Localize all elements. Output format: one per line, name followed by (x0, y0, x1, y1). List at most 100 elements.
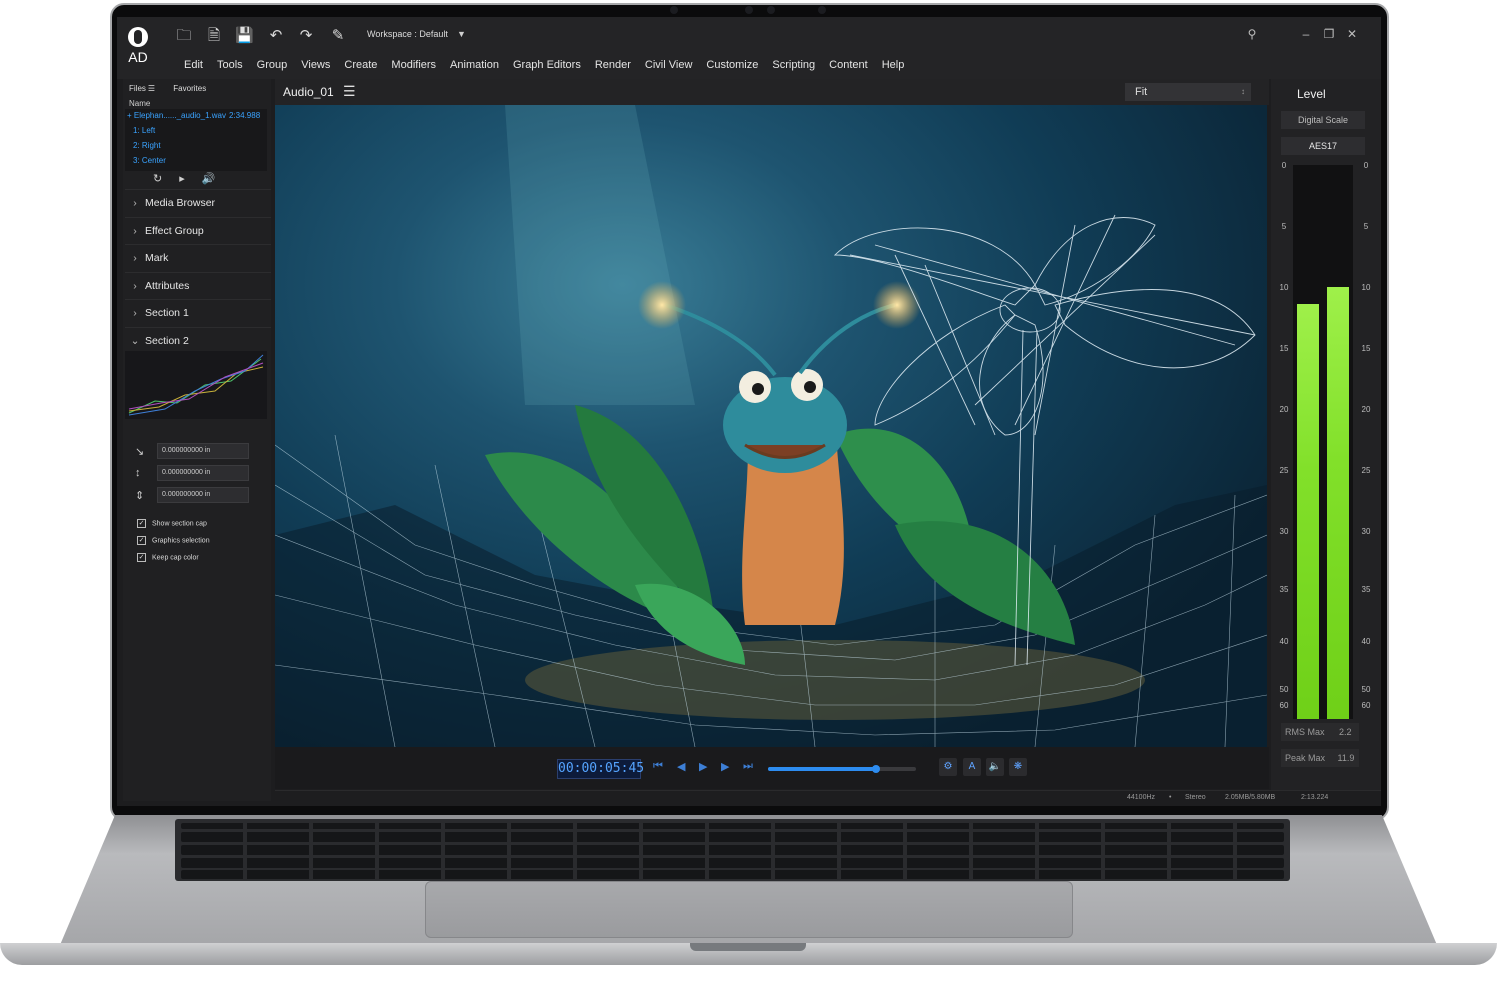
meter-tick-label: 30 (1361, 526, 1371, 536)
menu-create[interactable]: Create (337, 59, 384, 75)
checkbox-graphics-selection[interactable]: ✓ Graphics selection (137, 536, 210, 545)
play-icon[interactable]: ▸ (179, 173, 185, 185)
checkbox-show-section-cap[interactable]: ✓ Show section cap (137, 519, 207, 528)
workspace-dropdown-icon[interactable]: ▼ (457, 29, 466, 39)
screen: AD 🗀 🗎 💾 ↶ ↷ ✎ Workspace : Default ▼ ⚲ –… (117, 17, 1381, 806)
menu-civil-view[interactable]: Civil View (638, 59, 699, 75)
section-effect-group[interactable]: › Effect Group (125, 217, 271, 243)
menu-help[interactable]: Help (875, 59, 912, 75)
meter-tick-label: 5 (1281, 221, 1287, 231)
play-button-icon[interactable]: ▶ (699, 760, 707, 773)
coord-x-input[interactable]: 0.000000000 in (157, 443, 249, 459)
meter-bar-right (1327, 286, 1349, 719)
meter-tick-label: 35 (1361, 584, 1371, 594)
chevron-right-icon: › (133, 252, 137, 264)
menu-graph-editors[interactable]: Graph Editors (506, 59, 588, 75)
menu-modifiers[interactable]: Modifiers (384, 59, 443, 75)
workspace-label[interactable]: Workspace : Default (367, 29, 448, 39)
loop-icon[interactable]: ↻ (153, 173, 162, 185)
settings-gear-icon[interactable]: ⚙ (939, 758, 957, 776)
coord-y-input[interactable]: 0.000000000 in (157, 465, 249, 481)
tab-favorites[interactable]: Favorites (173, 84, 206, 93)
channel-left[interactable]: 1: Left (133, 126, 155, 135)
status-time: 2:13.224 (1301, 794, 1329, 801)
save-icon[interactable]: 💾 (235, 27, 254, 45)
camera-sensor (670, 6, 678, 14)
light-beam (505, 105, 695, 405)
hamburger-menu-icon[interactable]: ☰ (343, 83, 356, 100)
section-attributes[interactable]: › Attributes (125, 272, 271, 298)
step-back-icon[interactable]: ◀ (677, 760, 685, 773)
menu-content[interactable]: Content (822, 59, 875, 75)
checkbox-keep-cap-color[interactable]: ✓ Keep cap color (137, 553, 199, 562)
skip-to-start-icon[interactable]: ⏮ (653, 760, 663, 773)
standard-button[interactable]: AES17 (1281, 137, 1365, 155)
undo-icon[interactable]: ↶ (267, 27, 285, 45)
checkbox-icon[interactable]: ✓ (137, 519, 146, 528)
viewport-render[interactable] (275, 105, 1267, 747)
folder-icon[interactable]: 🗀 (175, 27, 193, 45)
chevron-right-icon: › (133, 307, 137, 319)
transport-bar: 00:00:05:45 ⏮ ◀ ▶ ▶ ⏭ ⚙ A 🔈 ❋ (275, 747, 1269, 789)
file-item[interactable]: + Elephan......_audio_1.wav (127, 111, 226, 120)
meter-tick-label: 25 (1279, 465, 1289, 475)
coord-z-input[interactable]: 0.000000000 in (157, 487, 249, 503)
menu-group[interactable]: Group (250, 59, 295, 75)
tab-files-menu-icon[interactable]: ☰ (148, 84, 155, 93)
meter-tick-label: 60 (1361, 701, 1371, 711)
status-sample-rate: 44100Hz (1127, 794, 1156, 801)
menu-customize[interactable]: Customize (699, 59, 765, 75)
minimize-icon[interactable]: – (1298, 27, 1314, 41)
checkbox-icon[interactable]: ✓ (137, 553, 146, 562)
volume-icon[interactable]: 🔊 (202, 173, 216, 185)
checkbox-icon[interactable]: ✓ (137, 536, 146, 545)
progress-knob[interactable] (872, 765, 881, 773)
restore-icon[interactable]: ❐ (1321, 27, 1337, 41)
speaker-icon[interactable]: 🔈 (986, 758, 1004, 776)
section-1[interactable]: › Section 1 (125, 299, 271, 325)
section-media-browser[interactable]: › Media Browser (125, 189, 271, 215)
menu-animation[interactable]: Animation (443, 59, 506, 75)
touchpad (425, 881, 1073, 938)
zoom-fit-select[interactable]: Fit ↕ (1125, 83, 1251, 101)
scale-mode-button[interactable]: Digital Scale (1281, 111, 1365, 129)
menu-views[interactable]: Views (294, 59, 337, 75)
meter-tick-label: 0 (1363, 161, 1369, 170)
annotation-a-icon[interactable]: A (963, 758, 981, 776)
coord-row-z: ⇕ 0.000000000 in (133, 487, 263, 505)
key-row-bottom (181, 870, 1284, 879)
camera-sensor-right (818, 6, 826, 14)
curve-graph-plot (128, 354, 264, 416)
section-2[interactable]: ⌄ Section 2 (125, 327, 271, 353)
timecode-display[interactable]: 00:00:05:45 (557, 759, 644, 779)
keyboard (175, 819, 1290, 881)
menu-scripting[interactable]: Scripting (765, 59, 822, 75)
mute-icon[interactable]: ❋ (1009, 758, 1027, 776)
status-bar: 44100Hz • Stereo 2.05MB/5.80MB 2:13.224 (275, 790, 1381, 806)
menu-render[interactable]: Render (588, 59, 638, 75)
tab-files[interactable]: Files (129, 84, 146, 93)
name-column-header: Name (129, 99, 151, 108)
skip-to-end-icon[interactable]: ⏭ (743, 760, 753, 773)
step-forward-icon[interactable]: ▶ (721, 760, 729, 773)
document-settings-icon[interactable]: 🗎 (205, 27, 223, 45)
meter-tick-label: 40 (1361, 637, 1371, 647)
search-icon[interactable]: ⚲ (1244, 27, 1260, 41)
opening-lip (690, 943, 806, 951)
vertical-expand-icon: ⇕ (135, 490, 145, 502)
menu-edit[interactable]: Edit (177, 59, 210, 75)
menu-tools[interactable]: Tools (210, 59, 250, 75)
status-dot: • (1169, 794, 1172, 801)
curve-graph[interactable] (125, 351, 267, 419)
left-panel: Files ☰ Favorites Name + Elephan......_au… (123, 79, 271, 801)
meter-tick-label: 15 (1361, 343, 1371, 353)
status-channels: Stereo (1185, 794, 1206, 801)
edit-document-icon[interactable]: ✎ (329, 27, 347, 45)
close-icon[interactable]: ✕ (1344, 27, 1360, 41)
channel-right[interactable]: 2: Right (133, 141, 161, 150)
channel-center[interactable]: 3: Center (133, 156, 166, 165)
playback-progress[interactable] (768, 765, 916, 773)
coord-row-x: ↘ 0.000000000 in (133, 443, 263, 461)
redo-icon[interactable]: ↷ (297, 27, 315, 45)
section-mark[interactable]: › Mark (125, 244, 271, 270)
